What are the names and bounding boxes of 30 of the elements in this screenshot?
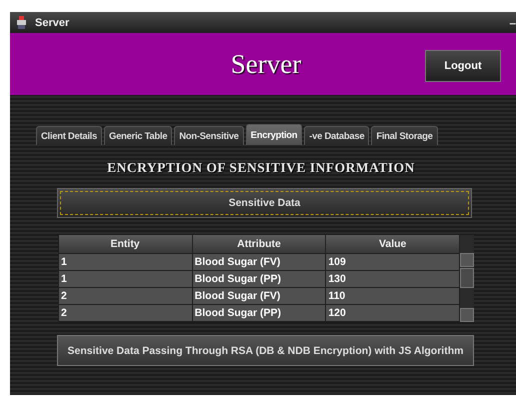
table-cell: 1 (58, 270, 192, 288)
table-cell: 2 (58, 304, 192, 322)
table-cell: Blood Sugar (PP) (192, 270, 326, 288)
header-title: Server (230, 48, 302, 80)
table-cell: Blood Sugar (FV) (192, 254, 326, 270)
app-icon (16, 16, 27, 29)
table-cell: Blood Sugar (FV) (192, 288, 326, 304)
tab[interactable]: Generic Table (104, 126, 172, 145)
tab[interactable]: -ve Database (304, 126, 370, 145)
table-cell: 1 (58, 254, 192, 270)
table-cell: 120 (326, 304, 460, 322)
minimize-button[interactable]: – (509, 16, 516, 30)
encryption-button[interactable]: Sensitive Data Passing Through RSA (DB & NDB Encryption) with JS Algorithm (57, 335, 474, 366)
tab[interactable]: Client Details (36, 126, 102, 145)
window-title: Server (35, 16, 70, 28)
column-header[interactable]: Attribute (192, 235, 326, 254)
table-cell: 110 (326, 288, 460, 304)
tab[interactable]: Encryption (246, 124, 302, 145)
tab[interactable]: Final Storage (371, 126, 438, 145)
table-cell: 109 (326, 254, 460, 270)
column-header[interactable]: Entity (58, 235, 192, 254)
section-heading: ENCRYPTION OF SENSITIVE INFORMATION (106, 160, 416, 176)
sensitive-data-button[interactable]: Sensitive Data (57, 188, 472, 218)
logout-button[interactable]: Logout (425, 50, 501, 82)
tab[interactable]: Non-Sensitive (174, 126, 244, 145)
table-cell: 130 (326, 270, 460, 288)
table-cell: 2 (58, 288, 192, 304)
table-cell: Blood Sugar (PP) (192, 304, 326, 322)
scrollbar[interactable] (460, 235, 474, 322)
column-header[interactable]: Value (326, 235, 460, 254)
